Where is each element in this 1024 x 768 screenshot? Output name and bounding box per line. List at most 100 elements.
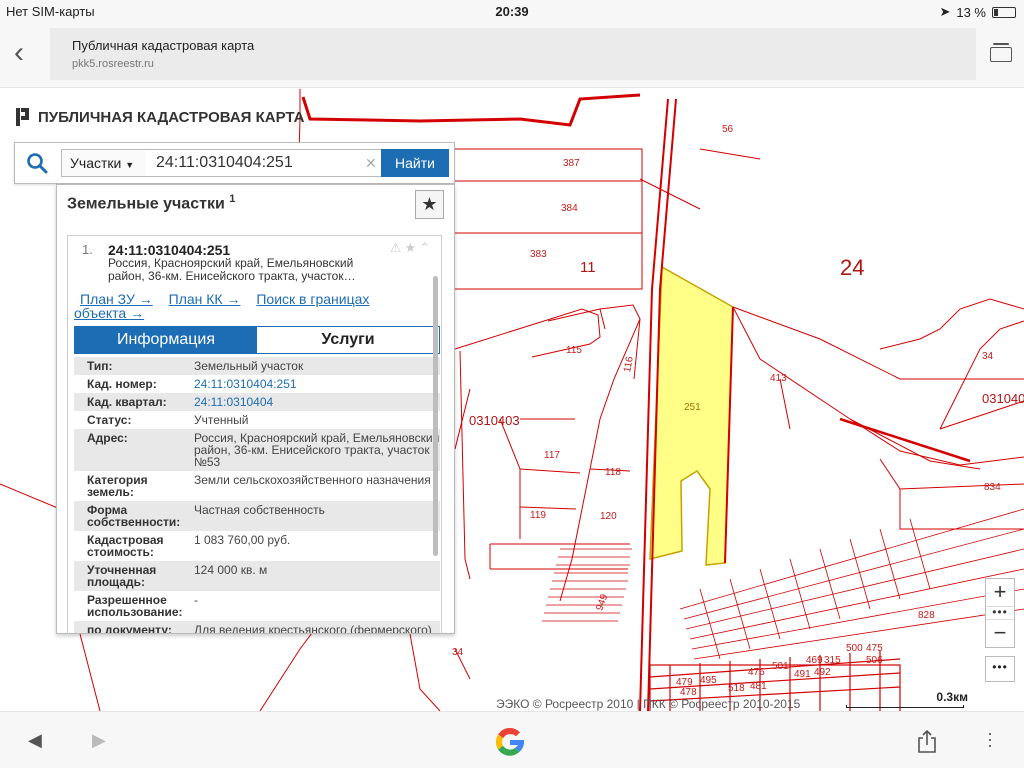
star-outline-icon[interactable]: ★ [404, 240, 419, 255]
caret-down-icon: ▼ [125, 160, 135, 170]
result-address: Россия, Красноярский край, Емельяновский… [108, 256, 356, 283]
tab-services[interactable]: Услуги [257, 327, 439, 353]
result-links: План ЗУ → План КК → Поиск в границах объ… [74, 292, 414, 320]
location-arrow-icon: ➤ [939, 4, 951, 19]
find-button[interactable]: Найти [381, 149, 449, 177]
search-input[interactable] [146, 149, 382, 177]
property-row: Категория земель: Земли сельскохозяйствен… [74, 471, 440, 501]
tabs-icon[interactable] [988, 42, 1012, 64]
parcel-label: 115 [566, 345, 582, 356]
search-bar: Участки ▼ ✕ Найти [14, 142, 455, 184]
property-value: Земельный участок [194, 359, 304, 373]
plan-kk-link[interactable]: План КК → [169, 291, 241, 307]
property-key: Уточненная площадь: [87, 563, 157, 589]
parcel-label: 383 [530, 249, 547, 260]
property-key: Разрешенное использование: [87, 593, 183, 619]
parcel-label: 834 [984, 482, 1001, 493]
lot-label: 501 [772, 661, 789, 672]
property-row: Уточненная площадь: 124 000 кв. м [74, 561, 440, 591]
lot-label: 315 [824, 655, 841, 666]
lot-label: 518 [728, 683, 745, 694]
scale-label: 0.3км [936, 690, 968, 704]
google-logo-icon[interactable] [492, 724, 528, 760]
result-count: 1 [229, 193, 236, 205]
lot-label: 469 [806, 655, 823, 666]
parcel-label: 34 [452, 647, 464, 658]
property-value: Россия, Красноярский край, Емельяновский… [194, 431, 440, 469]
object-type-select[interactable]: Участки ▼ [61, 149, 147, 177]
property-key: Категория земель: [87, 473, 148, 499]
district-label: 11 [580, 259, 596, 276]
result-card: 1. 24:11:0310404:251 ⚠★⌃ Россия, Красноя… [67, 235, 442, 634]
property-value: 1 083 760,00 руб. [194, 533, 291, 547]
zoom-out-button[interactable]: − [986, 620, 1014, 647]
property-row: по документу: Для ведения крестьянского (… [74, 621, 440, 634]
property-row: Адрес: Россия, Красноярский край, Емельян… [74, 429, 440, 471]
result-tabs: Информация Услуги [74, 326, 440, 354]
clock: 20:39 [495, 4, 529, 19]
property-key: Кад. квартал: [87, 395, 167, 409]
parcel-label: 119 [530, 510, 546, 521]
browser-toolbar: ◀ ▶ · · · [0, 711, 1024, 768]
property-row: Кадастровая стоимость: 1 083 760,00 руб. [74, 531, 440, 561]
back-icon[interactable]: ‹ [14, 38, 38, 70]
parcel-label: 120 [600, 511, 617, 522]
panel-title-text: Земельные участки [67, 195, 225, 213]
search-icon[interactable] [25, 151, 49, 175]
address-bar[interactable]: Публичная кадастровая карта pkk5.rosrees… [50, 28, 976, 80]
parcel-label: 34 [982, 351, 994, 362]
property-value: Для ведения крестьянского (фермерского) … [194, 623, 432, 634]
property-value: 124 000 кв. м [194, 563, 268, 577]
parcel-label: 384 [561, 203, 578, 214]
page-host: pkk5.rosreestr.ru [72, 58, 154, 70]
property-table: Тип: Земельный участок Кад. номер: 24:11:0… [74, 357, 440, 634]
property-value-link[interactable]: 24:11:0310404:251 [194, 378, 440, 390]
clear-icon[interactable]: ✕ [365, 155, 377, 172]
more-tools-icon[interactable]: ••• [985, 656, 1015, 682]
property-key: Тип: [87, 359, 113, 373]
property-value: - [194, 593, 198, 607]
zoom-control: + ••• − [985, 578, 1015, 648]
menu-dots-icon[interactable]: · · · [985, 724, 995, 754]
rosreestr-logo-icon [16, 108, 30, 126]
parcel-251 [649, 265, 734, 566]
result-number: 1. [82, 242, 93, 257]
zoom-levels-icon[interactable]: ••• [986, 606, 1014, 620]
results-panel: Земельные участки 1 ★ 1. 24:11:0310404:2… [56, 184, 455, 634]
panel-title: Земельные участки 1 [67, 193, 235, 213]
chevron-up-icon[interactable]: ⌃ [419, 240, 433, 255]
property-value: Земли сельскохозяйственного назначения [194, 473, 431, 487]
back-arrow-icon[interactable]: ◀ [28, 730, 42, 751]
app-title: ПУБЛИЧНАЯ КАДАСТРОВАЯ КАРТА [16, 108, 304, 126]
lot-label: 481 [750, 681, 767, 692]
parcel-label: 118 [605, 467, 621, 478]
battery-label: 13 % [956, 4, 986, 20]
status-bar: Нет SIM-карты 20:39 ➤ 13 % [0, 0, 1024, 22]
lot-label: 476 [748, 667, 765, 678]
parcel-label: 413 [770, 373, 787, 384]
share-icon[interactable] [916, 730, 938, 754]
favorite-star-icon[interactable]: ★ [415, 190, 444, 219]
property-key: Кадастровая стоимость: [87, 533, 164, 559]
lot-label: 506 [866, 655, 883, 666]
warning-icon[interactable]: ⚠ [390, 240, 405, 255]
panel-scrollbar[interactable] [433, 276, 438, 556]
district-label: 24 [840, 255, 865, 280]
property-key: Кад. номер: [87, 377, 157, 391]
property-row: Тип: Земельный участок [74, 357, 440, 375]
property-key: Форма собственности: [87, 503, 181, 529]
property-row: Форма собственности: Частная собственност… [74, 501, 440, 531]
parcel-label: 828 [918, 610, 935, 621]
quarter-label: 0310403 [469, 413, 520, 428]
property-row: Разрешенное использование: - [74, 591, 440, 621]
property-value-link[interactable]: 24:11:0310404 [194, 396, 440, 408]
scale-line [846, 705, 964, 708]
lot-label: 492 [814, 667, 831, 678]
forward-arrow-icon[interactable]: ▶ [92, 730, 106, 751]
property-key: Адрес: [87, 431, 128, 445]
tab-info[interactable]: Информация [75, 327, 257, 353]
lot-label: 500 [846, 643, 863, 654]
property-row: Кад. номер: 24:11:0310404:251 [74, 375, 440, 393]
result-action-icons[interactable]: ⚠★⌃ [390, 240, 433, 256]
zoom-in-button[interactable]: + [986, 579, 1014, 606]
